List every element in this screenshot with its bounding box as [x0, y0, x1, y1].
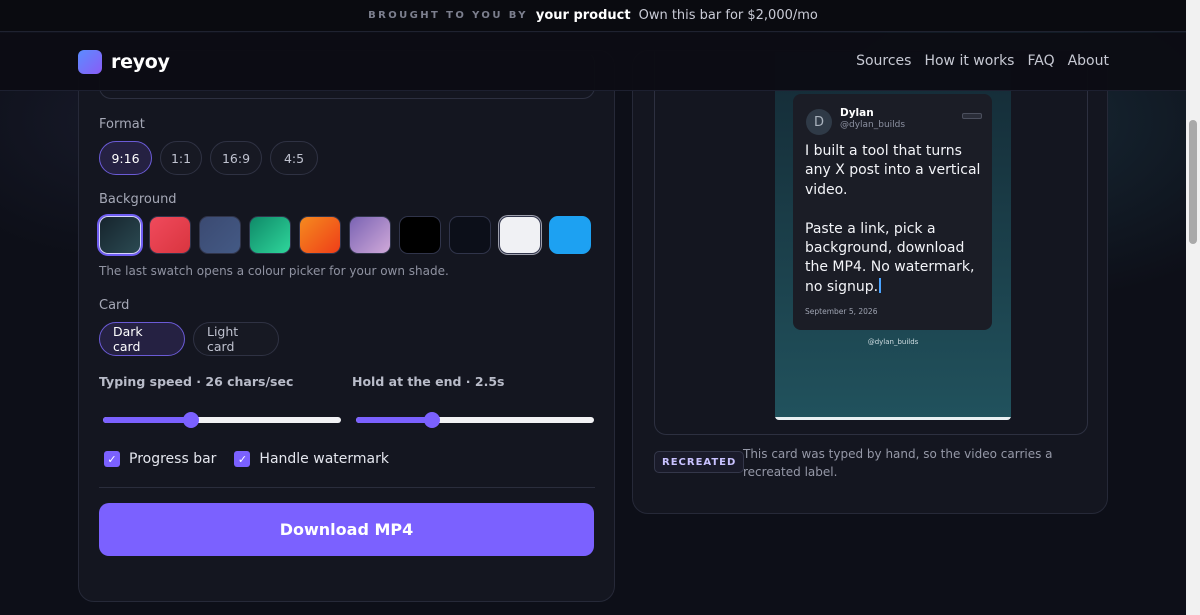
tweet-card: D Dylan @dylan_builds I built a tool tha… [793, 94, 992, 330]
card-label: Card [99, 298, 130, 313]
hold-label: Hold at the end · 2.5s [352, 374, 505, 389]
typing-caret-icon [879, 277, 882, 293]
format-9-16[interactable]: 9:16 [99, 141, 152, 175]
video-progress-bar [775, 417, 1011, 420]
options-checkboxes: ✓ Progress bar ✓ Handle watermark [104, 451, 389, 467]
avatar: D [806, 109, 832, 135]
divider [99, 487, 595, 488]
tweet-text: I built a tool that turns any X post int… [805, 143, 981, 295]
recreated-badge: RECREATED [654, 451, 745, 473]
nav-about[interactable]: About [1068, 53, 1109, 69]
nav-sources[interactable]: Sources [856, 53, 911, 69]
background-swatches [99, 216, 591, 254]
swatch-red[interactable] [149, 216, 191, 254]
site-header: reyoy Sources How it works FAQ About [0, 33, 1186, 91]
format-options: 9:16 1:1 16:9 4:5 [99, 141, 318, 175]
slider-fill [103, 417, 192, 423]
card-options: Dark card Light card [99, 322, 279, 356]
tweet-body: I built a tool that turns any X post int… [805, 142, 985, 297]
x-logo-icon [962, 113, 982, 119]
swatch-green-gradient[interactable] [249, 216, 291, 254]
watermark-handle: @dylan_builds [867, 338, 919, 346]
handle-watermark-label: Handle watermark [259, 451, 389, 467]
swatch-custom-color-picker[interactable] [549, 216, 591, 254]
progress-bar-label: Progress bar [129, 451, 217, 467]
settings-panel: Format 9:16 1:1 16:9 4:5 Background The … [78, 50, 615, 602]
slider-fill [356, 417, 433, 423]
background-hint: The last swatch opens a colour picker fo… [99, 264, 449, 278]
swatch-midnight[interactable] [449, 216, 491, 254]
video-preview: D Dylan @dylan_builds I built a tool tha… [775, 52, 1011, 420]
sponsor-banner[interactable]: BROUGHT TO YOU BY your product Own this … [0, 0, 1186, 32]
typing-speed-slider[interactable] [103, 412, 341, 428]
swatch-white[interactable] [499, 216, 541, 254]
tweet-author-name: Dylan [840, 107, 874, 119]
card-light[interactable]: Light card [193, 322, 279, 356]
checkbox-checked-icon[interactable]: ✓ [234, 451, 251, 467]
scrollbar-thumb[interactable] [1189, 120, 1197, 244]
nav-faq[interactable]: FAQ [1027, 53, 1054, 69]
banner-kicker: BROUGHT TO YOU BY [368, 10, 528, 21]
download-mp4-button[interactable]: Download MP4 [99, 503, 594, 556]
preview-frame: D Dylan @dylan_builds I built a tool tha… [654, 51, 1088, 435]
background-label: Background [99, 192, 177, 207]
slider-thumb[interactable] [424, 412, 441, 428]
preview-panel: D Dylan @dylan_builds I built a tool tha… [632, 50, 1108, 514]
typing-speed-label: Typing speed · 26 chars/sec [99, 374, 294, 389]
swatch-black[interactable] [399, 216, 441, 254]
format-4-5[interactable]: 4:5 [270, 141, 318, 175]
banner-offer[interactable]: Own this bar for $2,000/mo [639, 8, 818, 23]
swatch-slate-blue[interactable] [199, 216, 241, 254]
swatch-teal-gradient[interactable] [99, 216, 141, 254]
logo[interactable]: reyoy [78, 50, 170, 74]
hold-slider[interactable] [356, 412, 594, 428]
recreated-note: This card was typed by hand, so the vide… [743, 447, 1053, 479]
swatch-orange[interactable] [299, 216, 341, 254]
card-dark[interactable]: Dark card [99, 322, 185, 356]
handle-watermark-checkbox[interactable]: ✓ Handle watermark [234, 451, 389, 467]
tweet-date: September 5, 2026 [805, 307, 878, 316]
format-label: Format [99, 117, 145, 132]
checkbox-checked-icon[interactable]: ✓ [104, 451, 120, 467]
page-scrollbar[interactable] [1186, 0, 1200, 615]
slider-thumb[interactable] [183, 412, 200, 428]
progress-bar-checkbox[interactable]: ✓ Progress bar [104, 451, 216, 467]
format-16-9[interactable]: 16:9 [210, 141, 262, 175]
tweet-author-handle: @dylan_builds [840, 120, 906, 130]
swatch-lavender[interactable] [349, 216, 391, 254]
format-1-1[interactable]: 1:1 [160, 141, 202, 175]
nav-how-it-works[interactable]: How it works [924, 53, 1014, 69]
logo-text: reyoy [111, 51, 170, 73]
main-nav: Sources How it works FAQ About [856, 53, 1109, 69]
banner-product[interactable]: your product [536, 8, 631, 23]
logo-mark-icon [78, 50, 102, 74]
